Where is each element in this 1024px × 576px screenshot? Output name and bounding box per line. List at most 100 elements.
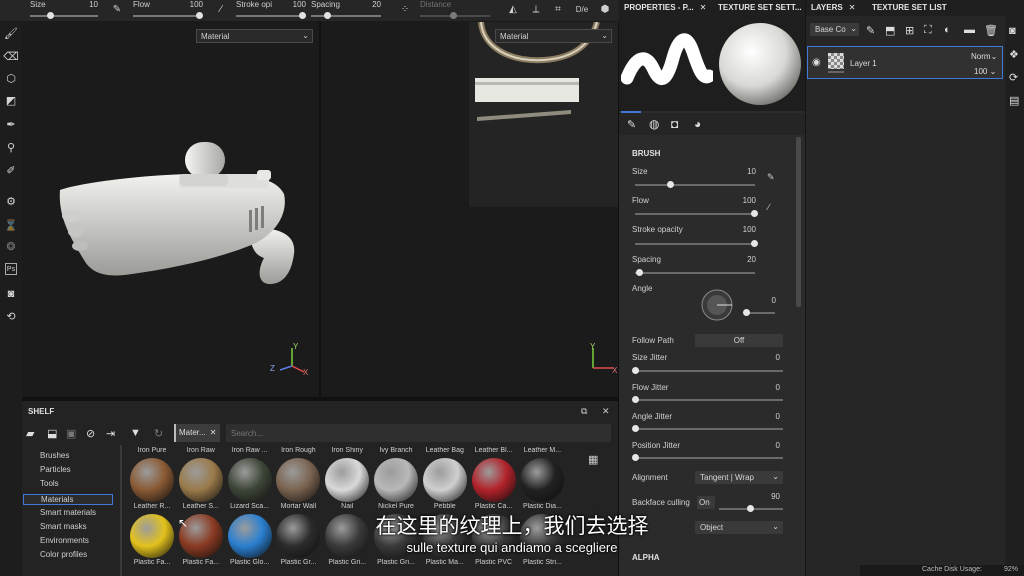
viewport-2d[interactable]: Material ⌄ Y X — [321, 22, 618, 397]
material-tab-icon[interactable]: ◕ — [694, 117, 701, 131]
lazy-mouse-icon[interactable]: ⁘ — [398, 3, 412, 17]
flow-slider[interactable] — [635, 213, 755, 215]
shelf-category-item[interactable]: Particles — [40, 465, 71, 474]
visibility-eye-icon[interactable]: ◉ — [812, 57, 821, 68]
toolbar-stroke-opacity-slider[interactable]: Stroke opi 100 — [236, 0, 306, 22]
size-slider[interactable] — [635, 184, 755, 186]
shelf-category-item[interactable]: Tools — [40, 479, 59, 488]
close-icon[interactable]: ✕ — [700, 3, 707, 12]
distance-slider-knob[interactable] — [450, 12, 457, 19]
toolbar-distance-slider[interactable]: Distance — [420, 0, 490, 22]
add-effect-icon[interactable]: ✎ — [866, 24, 875, 37]
size-pressure-icon[interactable]: ✎ — [767, 172, 775, 183]
material-thumbnail[interactable] — [130, 458, 174, 502]
alignment-dropdown[interactable]: Tangent | Wrap ⌄ — [695, 471, 783, 484]
material-thumbnail[interactable] — [520, 458, 565, 502]
angle-dial[interactable] — [700, 288, 734, 322]
material-thumbnail[interactable] — [471, 458, 516, 502]
crop-icon[interactable]: ⌗ — [551, 3, 565, 17]
plugin-icon[interactable]: ❂ — [3, 239, 19, 255]
fill-bucket-icon[interactable]: ⛶ — [924, 24, 932, 37]
position-jitter-slider[interactable] — [633, 457, 783, 459]
brush-tab-icon[interactable]: ✎ — [627, 118, 636, 131]
material-thumbnail[interactable] — [178, 458, 223, 502]
stencil-tab-icon[interactable]: ◘ — [671, 117, 678, 131]
new-item-icon[interactable]: ⬓ — [47, 427, 57, 440]
size-jitter-knob[interactable] — [632, 367, 639, 374]
sync-icon[interactable]: ⟲ — [3, 309, 19, 325]
pressure-pen-icon[interactable]: ✎ — [110, 3, 124, 17]
shelf-search-input[interactable]: Search... — [226, 424, 611, 442]
grid-view-icon[interactable]: ▦ — [588, 453, 598, 466]
clone-stamp-icon[interactable]: ⚲ — [3, 140, 19, 156]
close-icon[interactable]: ✕ — [210, 428, 217, 437]
flow-knob[interactable] — [751, 210, 758, 217]
blend-mode-dropdown[interactable]: Norm⌄ — [971, 52, 997, 61]
tab-properties[interactable]: PROPERTIES - P... ✕ — [624, 0, 706, 16]
eraser-icon[interactable]: ⌫ — [3, 49, 19, 65]
add-mask-icon[interactable]: ◐ — [944, 24, 951, 36]
filter-icon[interactable]: ▼ — [130, 427, 141, 439]
toolbar-spacing-slider[interactable]: Spacing 20 — [311, 0, 381, 22]
stroke-opacity-knob[interactable] — [751, 240, 758, 247]
save-icon[interactable]: ▣ — [66, 427, 76, 440]
material-thumbnail[interactable] — [227, 458, 272, 502]
angle-jitter-slider[interactable] — [633, 428, 783, 430]
filter-tag[interactable]: Mater... ✕ — [174, 424, 220, 442]
symmetry-icon[interactable]: ◭ — [506, 3, 520, 17]
log-icon[interactable]: ▤ — [1009, 94, 1019, 107]
bake-icon[interactable]: ⌛ — [3, 218, 19, 234]
spacing-knob[interactable] — [636, 269, 643, 276]
maximize-icon[interactable]: ⧉ — [581, 406, 587, 417]
material-thumbnail[interactable] — [422, 458, 467, 502]
symmetry-axis-icon[interactable]: ⟂ — [529, 3, 543, 17]
layer-row[interactable]: ◉ Layer 1 Norm⌄ 100 ⌄ — [807, 46, 1003, 79]
flow-pen-icon[interactable]: ∕ — [214, 3, 228, 17]
size-slider-knob[interactable] — [47, 12, 54, 19]
position-jitter-knob[interactable] — [632, 454, 639, 461]
flow-jitter-slider[interactable] — [633, 399, 783, 401]
folder-icon[interactable]: ▰ — [26, 427, 34, 440]
angle-jitter-knob[interactable] — [632, 425, 639, 432]
history-icon[interactable]: ⟳ — [1009, 71, 1018, 84]
camera-icon[interactable]: ◙ — [3, 286, 19, 302]
display-settings-icon[interactable]: ◙ — [1009, 25, 1016, 37]
flow-pressure-icon[interactable]: ∕ — [768, 202, 770, 212]
paint-brush-icon[interactable]: 🖌 — [3, 26, 19, 42]
shelf-category-item[interactable]: Materials — [23, 493, 113, 505]
tab-texture-set-list[interactable]: TEXTURE SET LIST — [872, 0, 947, 16]
size-knob[interactable] — [667, 181, 674, 188]
spacing-slider-knob[interactable] — [324, 12, 331, 19]
backface-culling-toggle[interactable]: On — [697, 496, 715, 509]
add-fill-layer-icon[interactable]: ⬒ — [885, 24, 895, 37]
alpha-tab-icon[interactable]: ◍ — [649, 117, 659, 131]
material-thumbnail[interactable] — [374, 458, 418, 502]
stroke-opacity-slider[interactable] — [635, 243, 755, 245]
size-jitter-slider[interactable] — [633, 370, 783, 372]
delete-layer-icon[interactable]: 🗑 — [984, 24, 998, 37]
tab-texture-set-settings[interactable]: TEXTURE SET SETT... — [718, 0, 805, 16]
shader-settings-icon[interactable]: ❖ — [1009, 48, 1019, 61]
flow-slider-knob[interactable] — [196, 12, 203, 19]
close-icon[interactable]: ✕ — [849, 3, 856, 12]
layer-opacity[interactable]: 100 ⌄ — [974, 67, 996, 76]
hide-icon[interactable]: ⊘ — [86, 427, 95, 440]
viewport-3d[interactable]: Material ⌄ Y X Z — [22, 22, 319, 397]
flow-jitter-knob[interactable] — [632, 396, 639, 403]
add-folder-icon[interactable]: ▬ — [964, 24, 975, 36]
toolbar-flow-slider[interactable]: Flow 100 — [133, 0, 203, 22]
stroke-slider-knob[interactable] — [299, 12, 306, 19]
spacing-slider[interactable] — [635, 272, 755, 274]
material-thumbnail[interactable] — [325, 458, 370, 502]
toolbar-size-slider[interactable]: Size 10 — [30, 0, 98, 22]
properties-scrollbar[interactable] — [796, 137, 801, 307]
follow-path-toggle[interactable]: Off — [695, 334, 783, 347]
close-shelf-icon[interactable]: ✕ — [602, 406, 610, 417]
channel-dropdown[interactable]: Base Co ⌄ — [810, 23, 859, 36]
cube-icon[interactable]: ⬢ — [598, 3, 612, 17]
viewport2d-material-dropdown[interactable]: Material ⌄ — [495, 29, 612, 43]
polygon-fill-icon[interactable]: ◩ — [3, 93, 19, 109]
smudge-icon[interactable]: ✒ — [3, 117, 19, 133]
settings-gear-icon[interactable]: ⚙ — [3, 194, 19, 210]
mode-dropdown[interactable]: D/e — [574, 3, 590, 17]
